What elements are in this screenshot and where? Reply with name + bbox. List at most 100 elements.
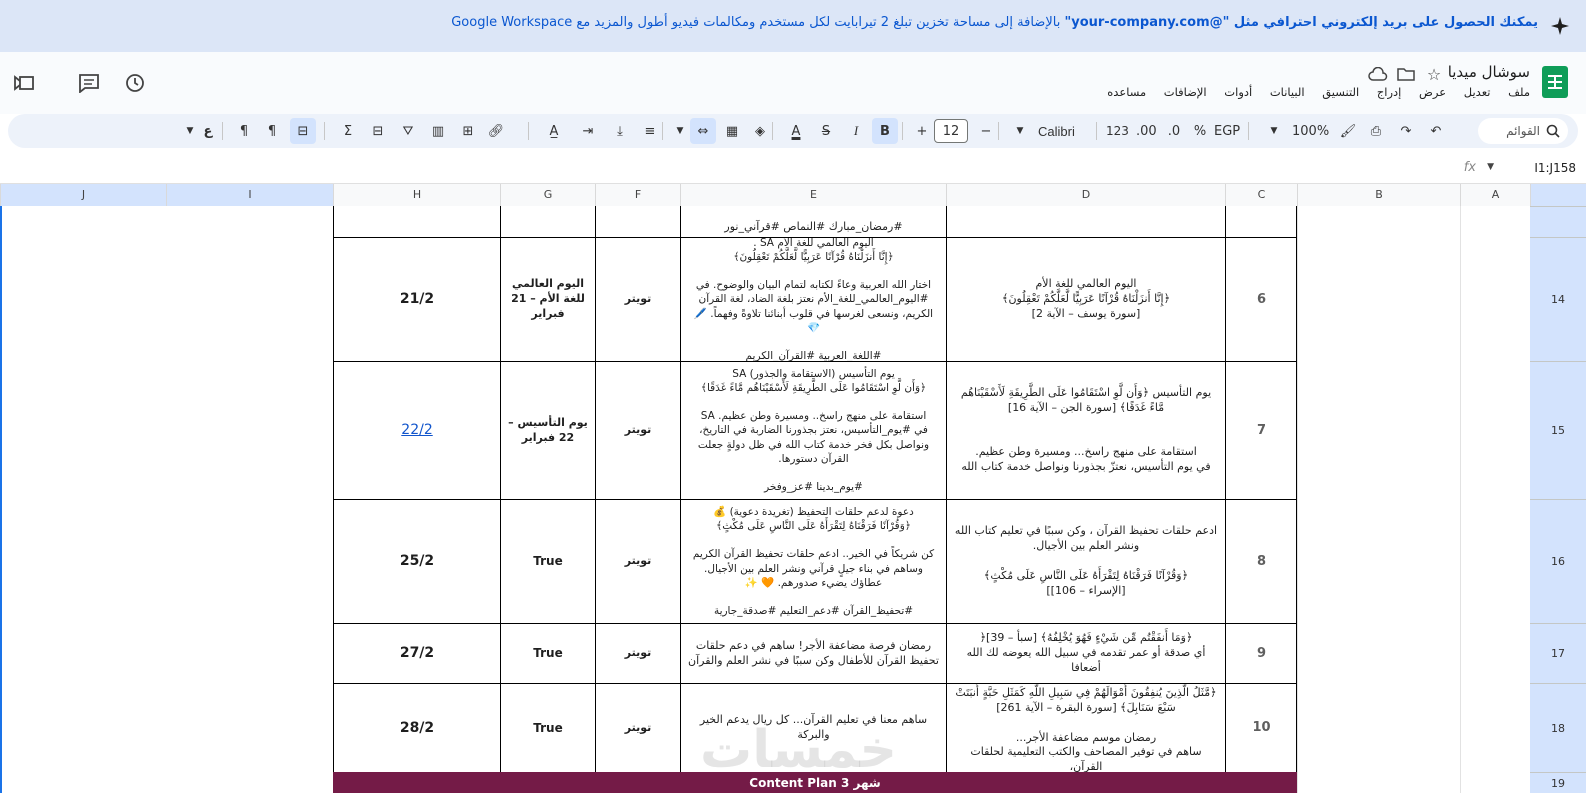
- move-folder-icon[interactable]: [1396, 64, 1416, 84]
- column-header-a[interactable]: A: [1460, 184, 1530, 206]
- version-history-icon[interactable]: [122, 70, 148, 96]
- decrease-decimal-button[interactable]: .0: [1164, 118, 1184, 144]
- row-header-13[interactable]: [1530, 206, 1586, 237]
- column-header-h[interactable]: H: [333, 184, 500, 206]
- cell-d[interactable]: [946, 206, 1225, 237]
- cell-c[interactable]: 6: [1225, 238, 1297, 361]
- menu-extensions[interactable]: الإضافات: [1164, 85, 1207, 99]
- cell-h[interactable]: [333, 206, 500, 237]
- cell-h[interactable]: 25/2: [333, 500, 500, 623]
- comments-icon[interactable]: [76, 70, 102, 96]
- column-header-c[interactable]: C: [1225, 184, 1297, 206]
- cell-f[interactable]: تويتر: [595, 500, 680, 623]
- cell-c[interactable]: 8: [1225, 500, 1297, 623]
- undo-icon[interactable]: ↶: [1426, 118, 1446, 144]
- cell-f[interactable]: تويتر: [595, 362, 680, 499]
- column-header-j[interactable]: J: [0, 184, 166, 206]
- strikethrough-button[interactable]: S: [816, 118, 836, 144]
- menu-help[interactable]: مساعده: [1107, 85, 1146, 99]
- cell-c[interactable]: 9: [1225, 624, 1297, 683]
- more-options-button[interactable]: ع: [198, 118, 218, 144]
- cell-d[interactable]: ﴿مَّثَلُ الَّذِينَ يُنفِقُونَ أَمْوَالَه…: [946, 684, 1225, 772]
- font-dropdown-icon[interactable]: ▼: [1010, 118, 1030, 144]
- menu-tools[interactable]: أدوات: [1224, 85, 1252, 99]
- name-box-dropdown-icon[interactable]: ▼: [1487, 162, 1494, 172]
- insert-comment-icon[interactable]: ⊞: [458, 118, 478, 144]
- merge-dropdown-icon[interactable]: ▼: [670, 118, 690, 144]
- cell-g[interactable]: True: [500, 624, 595, 683]
- cell-e[interactable]: اليوم العالمي للغة الأم SA . ﴿إِنَّا أَن…: [680, 238, 946, 361]
- month-section-header[interactable]: شهر 3 Content Plan: [333, 772, 1297, 793]
- cell-e[interactable]: رمضان فرصة مضاعفة الأجر! ساهم في دعم حلق…: [680, 624, 946, 683]
- paint-format-icon[interactable]: 🖌: [1338, 118, 1358, 144]
- currency-format-button[interactable]: EGP: [1214, 118, 1240, 144]
- meet-icon[interactable]: [14, 70, 40, 96]
- increase-decimal-button[interactable]: .00: [1136, 118, 1157, 144]
- menu-data[interactable]: البيانات: [1270, 85, 1305, 99]
- sheets-logo-icon[interactable]: [1542, 66, 1568, 98]
- menu-insert[interactable]: إدراج: [1377, 85, 1402, 99]
- row-header-16[interactable]: 16: [1530, 499, 1586, 623]
- more-dropdown-icon[interactable]: ▼: [180, 118, 200, 144]
- cell-f[interactable]: تويتر: [595, 624, 680, 683]
- row-header-15[interactable]: 15: [1530, 361, 1586, 499]
- star-icon[interactable]: ☆: [1424, 64, 1444, 84]
- cell-e[interactable]: دعوة لدعم حلقات التحفيظ (تغريدة دعوية) 💰…: [680, 500, 946, 623]
- freeze-icon[interactable]: ⊟: [290, 118, 316, 144]
- ltr-icon[interactable]: ¶: [234, 118, 254, 144]
- filter-views-icon[interactable]: ⊟: [368, 118, 388, 144]
- cell-e[interactable]: يوم التأسيس (الاستقامة والجذور) SA ﴿وَأَ…: [680, 362, 946, 499]
- bold-button[interactable]: B: [872, 118, 898, 144]
- cell-h-link[interactable]: 22/2: [333, 362, 500, 499]
- menu-file[interactable]: ملف: [1508, 85, 1530, 99]
- menu-edit[interactable]: تعديل: [1464, 85, 1491, 99]
- number-format-button[interactable]: 123: [1106, 118, 1129, 144]
- merge-cells-icon[interactable]: ⇔: [690, 118, 716, 144]
- percent-format-button[interactable]: %: [1190, 118, 1210, 144]
- name-box[interactable]: I1:J158: [1534, 161, 1576, 175]
- cell-c[interactable]: 10: [1225, 684, 1297, 772]
- text-rotation-icon[interactable]: A̲: [544, 118, 564, 144]
- cell-g[interactable]: True: [500, 684, 595, 772]
- redo-icon[interactable]: ↷: [1396, 118, 1416, 144]
- column-header-i[interactable]: I: [166, 184, 333, 206]
- fill-color-icon[interactable]: ◈: [750, 118, 770, 144]
- font-size-input[interactable]: 12: [934, 119, 968, 143]
- font-size-increase-button[interactable]: +: [912, 118, 932, 144]
- cell-d[interactable]: اليوم العالمي للغة الأم ﴿إِنَّا أَنزَلْن…: [946, 238, 1225, 361]
- cell-c[interactable]: 7: [1225, 362, 1297, 499]
- cloud-status-icon[interactable]: [1368, 64, 1388, 84]
- column-header-b[interactable]: B: [1297, 184, 1460, 206]
- text-color-button[interactable]: A: [786, 118, 806, 144]
- insert-link-icon[interactable]: 🔗︎: [486, 118, 506, 144]
- column-header-f[interactable]: F: [595, 184, 680, 206]
- cell-h[interactable]: 21/2: [333, 238, 500, 361]
- cell-d[interactable]: ﴿وَمَا أَنفَقْتُم مِّن شَيْءٍ فَهُوَ يُخ…: [946, 624, 1225, 683]
- column-header-g[interactable]: G: [500, 184, 595, 206]
- column-header-e[interactable]: E: [680, 184, 946, 206]
- italic-button[interactable]: I: [846, 118, 866, 144]
- borders-icon[interactable]: ▦: [722, 118, 742, 144]
- cell-g[interactable]: يوم التأسيس – 22 فبراير: [500, 362, 595, 499]
- menu-format[interactable]: التنسيق: [1322, 85, 1359, 99]
- filter-icon[interactable]: ⛛: [398, 118, 418, 144]
- horizontal-align-icon[interactable]: ≡: [640, 118, 660, 144]
- promo-text[interactable]: يمكنك الحصول على بريد إلكتروني احترافي م…: [451, 15, 1538, 30]
- zoom-dropdown-icon[interactable]: ▼: [1264, 118, 1284, 144]
- text-wrapping-icon[interactable]: ⇥: [578, 118, 598, 144]
- row-header-14[interactable]: 14: [1530, 237, 1586, 361]
- zoom-select[interactable]: 100%: [1292, 118, 1329, 144]
- row-header-19[interactable]: 19: [1530, 772, 1586, 793]
- functions-icon[interactable]: Σ: [338, 118, 358, 144]
- cell-d[interactable]: يوم التأسيس ﴿وَأَن لَّوِ اسْتَقَامُوا عَ…: [946, 362, 1225, 499]
- select-all-corner[interactable]: [1530, 184, 1586, 206]
- font-size-decrease-button[interactable]: −: [976, 118, 996, 144]
- row-header-17[interactable]: 17: [1530, 623, 1586, 683]
- cell-f[interactable]: [595, 206, 680, 237]
- rtl-icon[interactable]: ¶: [262, 118, 282, 144]
- cell-g[interactable]: [500, 206, 595, 237]
- formula-input[interactable]: [0, 161, 1440, 177]
- vertical-align-icon[interactable]: ⤓: [610, 118, 630, 144]
- menu-search[interactable]: القوائم: [1478, 118, 1568, 144]
- insert-chart-icon[interactable]: ▥: [428, 118, 448, 144]
